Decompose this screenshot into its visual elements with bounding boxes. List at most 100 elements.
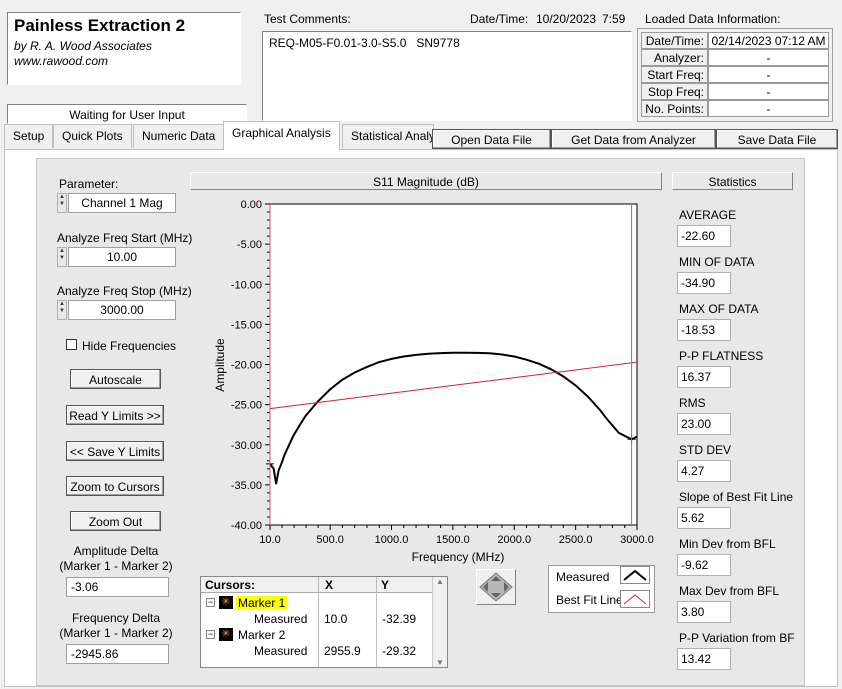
x-tick-label: 1500.0 bbox=[436, 534, 470, 546]
read-y-limits-button[interactable]: Read Y Limits >> bbox=[66, 405, 164, 425]
info-row: Analyzer: - bbox=[641, 49, 829, 66]
info-value: - bbox=[708, 100, 829, 117]
frequency-delta-label: Frequency Delta bbox=[71, 611, 161, 625]
amplitude-delta-value: -3.06 bbox=[66, 577, 169, 597]
legend-bestfit-swatch[interactable] bbox=[620, 590, 650, 608]
marker2-icon: ✳ bbox=[219, 628, 233, 641]
tab-graphical-analysis[interactable]: Graphical Analysis bbox=[223, 121, 340, 150]
marker2-expand-icon[interactable]: − bbox=[206, 630, 215, 639]
stat-value: 23.00 bbox=[677, 413, 731, 435]
marker1-name[interactable]: Marker 1 bbox=[236, 596, 288, 610]
status-box: Waiting for User Input bbox=[7, 104, 247, 124]
analyze-stop-label: Analyze Freq Stop (MHz) bbox=[57, 284, 192, 298]
cursor-move-diamond-icon bbox=[479, 572, 513, 602]
tab-setup[interactable]: Setup bbox=[4, 124, 54, 148]
analyze-stop-input[interactable]: 3000.00 bbox=[68, 300, 176, 320]
open-data-file-button[interactable]: Open Data File bbox=[432, 129, 551, 149]
x-tick-label: 3000.0 bbox=[620, 534, 654, 546]
stat-label: P-P FLATNESS bbox=[679, 349, 764, 363]
amplitude-delta-label: Amplitude Delta bbox=[73, 544, 159, 558]
save-data-file-button[interactable]: Save Data File bbox=[716, 129, 838, 149]
y-tick-label: -5.00 bbox=[237, 239, 262, 251]
cursor-move-pad[interactable] bbox=[476, 569, 516, 605]
test-comments-text: REQ-M05-F0.01-3.0-S5.0 SN9778 bbox=[269, 36, 460, 50]
info-row: No. Points: - bbox=[641, 100, 829, 117]
stat-value: -34.90 bbox=[677, 272, 731, 294]
test-comments-field[interactable]: REQ-M05-F0.01-3.0-S5.0 SN9778 bbox=[262, 31, 632, 121]
x-tick-label: 10.0 bbox=[259, 534, 280, 546]
title-panel: Painless Extraction 2 by R. A. Wood Asso… bbox=[7, 12, 241, 85]
date-value: 10/20/2023 bbox=[536, 12, 597, 26]
cursors-header: Cursors: bbox=[205, 578, 256, 592]
marker1-y: -32.39 bbox=[382, 612, 417, 626]
y-tick-label: -20.00 bbox=[231, 360, 262, 372]
info-value: - bbox=[708, 49, 829, 66]
time-value: 7:59 bbox=[602, 12, 626, 26]
stat-label: Min Dev from BFL bbox=[679, 537, 776, 551]
chart-title: S11 Magnitude (dB) bbox=[373, 175, 479, 189]
zoom-out-button[interactable]: Zoom Out bbox=[70, 511, 161, 531]
info-value: - bbox=[708, 66, 829, 83]
tab-statistical-analysis[interactable]: Statistical Analy bbox=[342, 124, 434, 148]
test-comments-label: Test Comments: bbox=[264, 12, 351, 26]
y-tick-label: 0.00 bbox=[241, 199, 262, 211]
save-y-limits-button[interactable]: << Save Y Limits bbox=[66, 441, 164, 461]
x-tick-label: 1000.0 bbox=[375, 534, 409, 546]
y-axis-label: Amplitude bbox=[213, 338, 227, 392]
parameter-label: Parameter: bbox=[59, 177, 119, 191]
stat-label: MIN OF DATA bbox=[679, 255, 755, 269]
stat-label: Slope of Best Fit Line bbox=[679, 490, 794, 504]
status-text: Waiting for User Input bbox=[69, 108, 185, 122]
tab-quick-plots[interactable]: Quick Plots bbox=[53, 124, 132, 148]
legend-bestfit-label: Best Fit Line bbox=[556, 593, 623, 607]
marker1-icon: ✳ bbox=[219, 596, 233, 609]
y-tick-label: -35.00 bbox=[231, 480, 262, 492]
y-tick-label: -30.00 bbox=[231, 440, 262, 452]
info-key: Stop Freq: bbox=[641, 83, 708, 100]
info-key: Start Freq: bbox=[641, 66, 708, 83]
info-row: Start Freq: - bbox=[641, 66, 829, 83]
tab-numeric-data[interactable]: Numeric Data bbox=[133, 124, 225, 148]
stat-label: MAX OF DATA bbox=[679, 302, 759, 316]
marker1-x: 10.0 bbox=[324, 612, 348, 626]
hide-frequencies-checkbox[interactable] bbox=[66, 339, 77, 350]
stat-label: AVERAGE bbox=[679, 208, 737, 222]
x-tick-label: 2000.0 bbox=[497, 534, 531, 546]
x-header: X bbox=[325, 578, 334, 592]
marker2-name[interactable]: Marker 2 bbox=[238, 628, 285, 642]
s11-chart[interactable]: 0.00 -5.00 -10.00 -15.00 -20.00 -25.00 -30.00 -… bbox=[192, 190, 662, 568]
marker2-measured: Measured bbox=[254, 644, 308, 658]
legend-measured-swatch[interactable] bbox=[620, 566, 650, 584]
parameter-spinner[interactable]: ▲ ▼ bbox=[57, 193, 67, 213]
stat-label: STD DEV bbox=[679, 443, 732, 457]
stop-spinner[interactable]: ▲ ▼ bbox=[57, 300, 67, 320]
app-title: Painless Extraction 2 bbox=[14, 16, 186, 35]
stat-label: P-P Variation from BF bbox=[679, 631, 795, 645]
amplitude-delta-sublabel: (Marker 1 - Marker 2) bbox=[59, 559, 173, 573]
y-tick-label: -15.00 bbox=[231, 319, 262, 331]
y-header: Y bbox=[381, 578, 390, 592]
y-tick-label: -40.00 bbox=[231, 520, 262, 532]
cursor-scrollbar[interactable]: ▲ ▼ bbox=[432, 577, 447, 667]
info-row: Date/Time: 02/14/2023 07:12 AM bbox=[641, 32, 829, 49]
get-data-from-analyzer-button[interactable]: Get Data from Analyzer bbox=[551, 129, 716, 149]
marker1-expand-icon[interactable]: − bbox=[206, 598, 215, 607]
stat-value: 3.80 bbox=[677, 601, 731, 623]
cursor-table-header: Cursors: X Y bbox=[201, 577, 447, 593]
x-tick-label: 500.0 bbox=[316, 534, 344, 546]
info-key: No. Points: bbox=[641, 100, 708, 117]
analyze-start-input[interactable]: 10.00 bbox=[68, 247, 176, 267]
zoom-to-cursors-button[interactable]: Zoom to Cursors bbox=[66, 476, 164, 496]
parameter-select[interactable]: Channel 1 Mag bbox=[68, 193, 176, 213]
hide-frequencies-label: Hide Frequencies bbox=[82, 339, 177, 353]
statistics-title-bar: Statistics bbox=[672, 172, 793, 190]
marker1-measured: Measured bbox=[254, 612, 308, 626]
stat-value: 5.62 bbox=[677, 507, 731, 529]
stat-value: 13.42 bbox=[677, 648, 731, 670]
info-key: Analyzer: bbox=[641, 49, 708, 66]
start-spinner[interactable]: ▲ ▼ bbox=[57, 247, 67, 267]
marker2-x: 2955.9 bbox=[324, 644, 361, 658]
marker2-y: -29.32 bbox=[382, 644, 417, 658]
chart-title-bar: S11 Magnitude (dB) bbox=[190, 172, 662, 190]
autoscale-button[interactable]: Autoscale bbox=[70, 369, 161, 389]
